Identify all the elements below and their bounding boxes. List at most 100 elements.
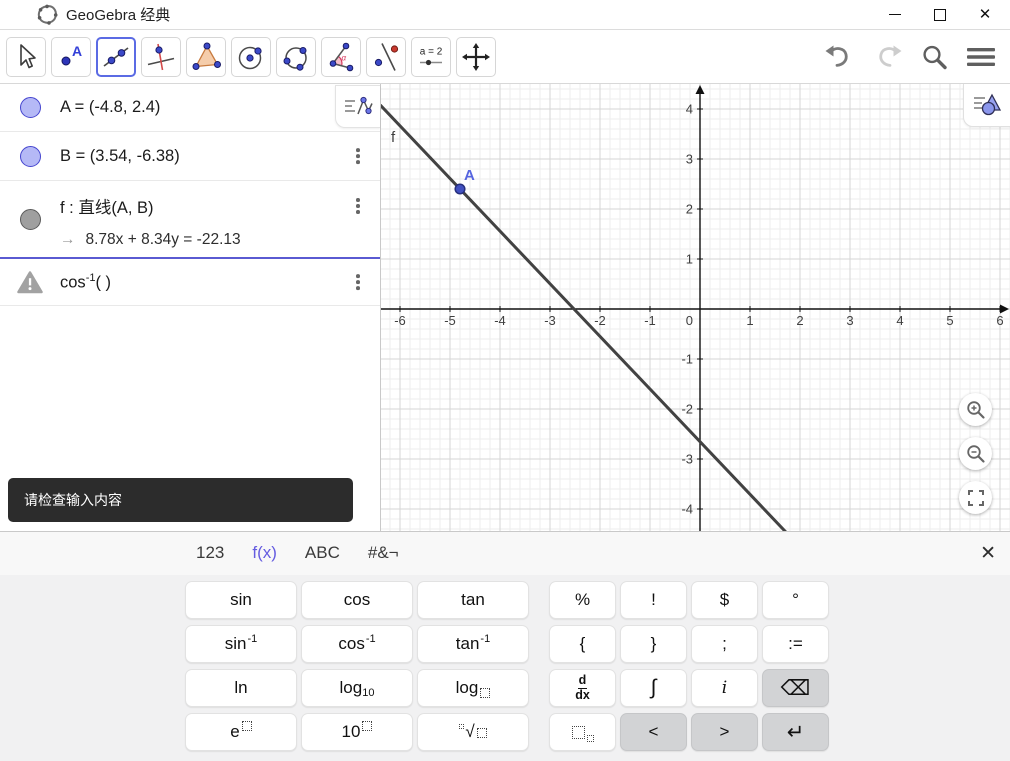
- close-button[interactable]: ✕: [978, 7, 992, 22]
- tool-slider[interactable]: a = 2: [411, 37, 451, 77]
- tool-line-through-two-points[interactable]: [96, 37, 136, 77]
- cursor-icon: [20, 44, 36, 69]
- zoom-in-button[interactable]: [959, 393, 992, 426]
- tool-move-graphics-view[interactable]: [456, 37, 496, 77]
- svg-text:4: 4: [686, 102, 693, 117]
- key-subscript[interactable]: [549, 713, 616, 751]
- circle-icon: [238, 46, 262, 70]
- key-sin[interactable]: sin: [185, 581, 297, 619]
- key-log-base[interactable]: log: [417, 669, 529, 707]
- key-cos[interactable]: cos: [301, 581, 413, 619]
- toolbar: A α a = 2: [0, 30, 1010, 84]
- angle-icon: α: [329, 42, 354, 72]
- tool-circle-center-point[interactable]: [231, 37, 271, 77]
- key-semicolon[interactable]: ;: [691, 625, 758, 663]
- undo-button[interactable]: [823, 40, 857, 74]
- svg-text:3: 3: [846, 313, 853, 328]
- key-e-power[interactable]: e: [185, 713, 297, 751]
- search-icon: [923, 45, 947, 70]
- svg-text:1: 1: [686, 252, 693, 267]
- svg-text:-1: -1: [681, 352, 693, 367]
- search-button[interactable]: [917, 40, 951, 74]
- geogebra-window: GeoGebra 经典 ✕ A α a = 2 A = (-4.8, 2.4) …: [0, 0, 1010, 761]
- keyboard-symbol-keys: %! $ ° {};:= d dx ∫ i ⌫ < > ↵: [549, 581, 829, 751]
- algebra-style-button[interactable]: [335, 85, 380, 128]
- keyboard-tab-123[interactable]: 123: [196, 543, 224, 563]
- zoom-out-button[interactable]: [959, 437, 992, 470]
- keyboard-function-keys: sin cos tan sin -1 cos -1 tan -1 ln log 10 log e 10 √: [185, 581, 529, 751]
- row-menu-button[interactable]: [353, 271, 363, 293]
- key-ten-power[interactable]: 10: [301, 713, 413, 751]
- svg-text:-4: -4: [681, 502, 693, 517]
- hamburger-menu-icon: [967, 48, 995, 66]
- warning-icon: [17, 271, 43, 294]
- point-A[interactable]: [454, 183, 466, 195]
- conic-icon: [283, 47, 307, 71]
- tool-move[interactable]: [6, 37, 46, 77]
- key-asin[interactable]: sin -1: [185, 625, 297, 663]
- window-title: GeoGebra 经典: [66, 7, 171, 24]
- row-menu-button[interactable]: [353, 195, 363, 217]
- maximize-icon: [934, 8, 946, 21]
- svg-text:-2: -2: [681, 402, 693, 417]
- key-assign[interactable]: :=: [762, 625, 829, 663]
- key-degree[interactable]: °: [762, 581, 829, 619]
- slider-icon: a = 2: [420, 47, 443, 66]
- reflect-icon: [374, 43, 399, 71]
- key-imaginary-unit[interactable]: i: [691, 669, 758, 707]
- svg-text:-6: -6: [394, 313, 406, 328]
- svg-text:-3: -3: [544, 313, 556, 328]
- algebra-row-text: B = (3.54, -6.38): [60, 146, 180, 165]
- tool-point[interactable]: A: [51, 37, 91, 77]
- minimize-button[interactable]: [888, 8, 902, 22]
- key-backspace[interactable]: ⌫: [762, 669, 829, 707]
- key-ln[interactable]: ln: [185, 669, 297, 707]
- tool-angle[interactable]: α: [321, 37, 361, 77]
- svg-text:-5: -5: [444, 313, 456, 328]
- key-cursor-right[interactable]: >: [691, 713, 758, 751]
- key-%[interactable]: %: [549, 581, 616, 619]
- fullscreen-button[interactable]: [959, 481, 992, 514]
- key-derivative[interactable]: d dx: [549, 669, 616, 707]
- keyboard-tab-ABC[interactable]: ABC: [305, 543, 340, 563]
- svg-text:A: A: [72, 43, 82, 59]
- tool-conic-through-points[interactable]: [276, 37, 316, 77]
- menu-button[interactable]: [964, 40, 998, 74]
- tool-perpendicular-line[interactable]: [141, 37, 181, 77]
- key-integral[interactable]: ∫: [620, 669, 687, 707]
- keyboard-close-button[interactable]: ✕: [980, 531, 996, 575]
- maximize-button[interactable]: [933, 8, 947, 22]
- redo-button[interactable]: [870, 40, 904, 74]
- key-cursor-left[interactable]: <: [620, 713, 687, 751]
- keyboard-tab-f(x)[interactable]: f(x): [252, 543, 277, 563]
- algebra-row-A[interactable]: A = (-4.8, 2.4): [0, 84, 380, 132]
- graphics-view[interactable]: -6 -5 -4 -3 -2 -1 1 2 3 4 5 6 4 3 2 1 -1 -2 -3 -4 0 f A: [381, 84, 1010, 531]
- keyboard-tab-#&¬[interactable]: #&¬: [368, 543, 399, 563]
- visibility-marble[interactable]: [19, 145, 41, 167]
- graphics-style-button[interactable]: [963, 84, 1010, 127]
- key-tan[interactable]: tan: [417, 581, 529, 619]
- algebra-row-B[interactable]: B = (3.54, -6.38): [0, 132, 380, 181]
- visibility-marble[interactable]: [19, 97, 41, 118]
- error-toast: 请检查输入内容: [8, 478, 353, 522]
- key-![interactable]: !: [620, 581, 687, 619]
- algebra-row-text: A = (-4.8, 2.4): [60, 98, 161, 116]
- algebra-row-f[interactable]: f : 直线(A, B) → 8.78x + 8.34y = -22.13: [0, 181, 380, 257]
- tool-reflect-about-line[interactable]: [366, 37, 406, 77]
- key-acos[interactable]: cos -1: [301, 625, 413, 663]
- line-f[interactable]: [381, 84, 1010, 531]
- key-nth-root[interactable]: √: [417, 713, 529, 751]
- redo-icon: [879, 45, 902, 67]
- key-atan[interactable]: tan -1: [417, 625, 529, 663]
- tool-polygon[interactable]: [186, 37, 226, 77]
- key-brace-open[interactable]: {: [549, 625, 616, 663]
- close-keyboard-icon: ✕: [980, 542, 996, 564]
- key-log10[interactable]: log 10: [301, 669, 413, 707]
- row-menu-button[interactable]: [353, 145, 363, 167]
- key-brace-close[interactable]: }: [620, 625, 687, 663]
- key-enter[interactable]: ↵: [762, 713, 829, 751]
- algebra-row-input[interactable]: cos-1( ): [0, 257, 380, 306]
- keyboard-tabs: 123 f(x) ABC #&¬: [196, 531, 399, 575]
- key-$[interactable]: $: [691, 581, 758, 619]
- visibility-marble[interactable]: [19, 208, 41, 230]
